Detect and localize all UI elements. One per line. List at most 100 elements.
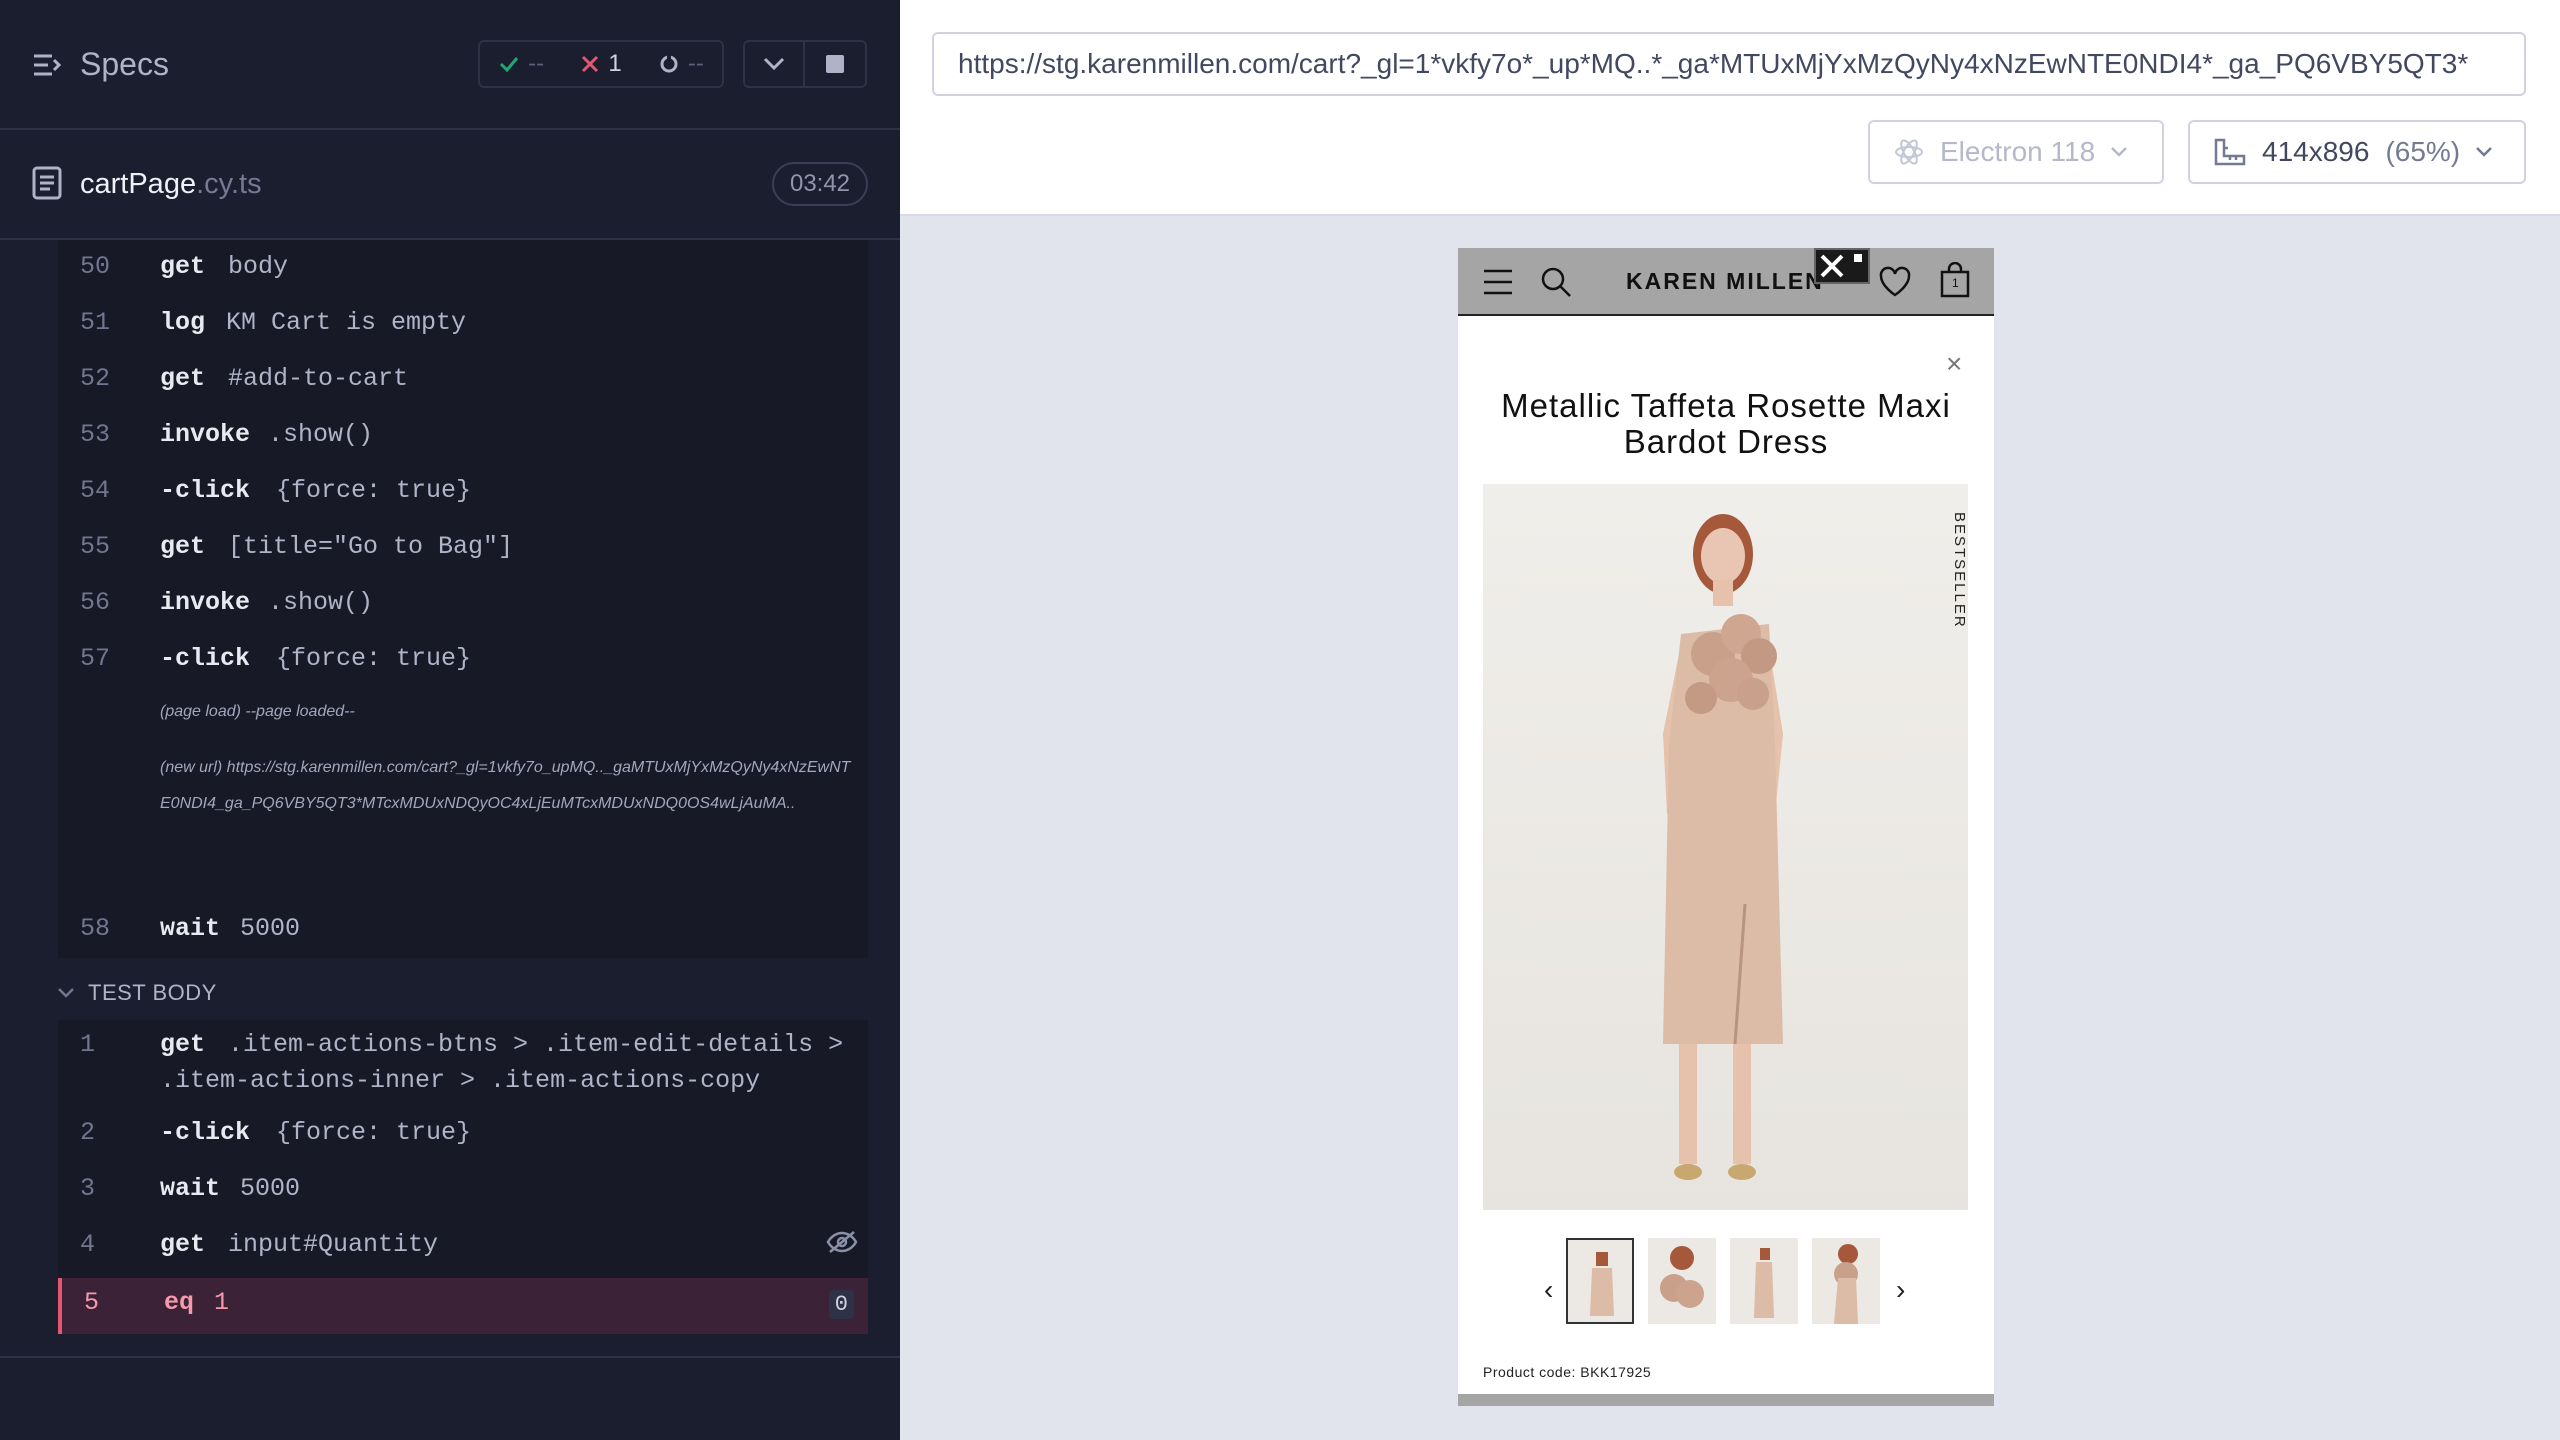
document-icon [32, 166, 62, 200]
failed-command-row[interactable]: 5 eq 1 0 [58, 1278, 868, 1334]
bag-count: 1 [1952, 276, 1959, 290]
command-number: 57 [80, 644, 111, 673]
command-name: get [160, 1230, 206, 1259]
command-number: 55 [80, 532, 111, 561]
reporter-divider [0, 1356, 900, 1358]
command-number: 4 [80, 1230, 96, 1259]
thumbnail-prev-button[interactable]: ‹ [1544, 1274, 1553, 1306]
pending-icon [660, 53, 678, 73]
page-load-event[interactable]: (page load) --page loaded-- [160, 694, 860, 730]
expand-button[interactable] [743, 40, 805, 88]
specs-list-icon [34, 54, 62, 75]
command-number: 51 [80, 308, 111, 337]
command-number: 53 [80, 420, 111, 449]
site-header: KAREN MILLEN 1 [1458, 248, 1994, 316]
search-icon[interactable] [1540, 266, 1572, 298]
test-body-label: TEST BODY [88, 980, 217, 1005]
command-message: [title="Go to Bag"] [228, 532, 514, 561]
failed-stat: 1 [580, 50, 622, 78]
x-icon [582, 55, 599, 73]
command-name: -click [160, 476, 251, 505]
command-name: invoke [160, 588, 251, 617]
thumbnail[interactable] [1566, 1238, 1634, 1324]
pending-stat: -- [658, 50, 704, 78]
command-number: 1 [80, 1030, 96, 1059]
model-illustration [1663, 514, 1783, 1180]
command-name: get [160, 364, 206, 393]
thumbnail[interactable] [1730, 1238, 1798, 1324]
chevron-down-icon [763, 57, 785, 71]
command-message: {force: true} [276, 644, 472, 673]
command-number: 52 [80, 364, 111, 393]
stop-icon [826, 55, 844, 73]
product-image[interactable]: BESTSELLER [1483, 484, 1968, 1210]
brand-logo[interactable]: KAREN MILLEN [1626, 268, 1824, 295]
command-message: 1 [214, 1288, 230, 1317]
command-number: 2 [80, 1118, 96, 1147]
command-name: get [160, 1030, 206, 1059]
command-name: -click [160, 644, 251, 673]
thumbnail[interactable] [1648, 1238, 1716, 1324]
element-count-badge: 0 [828, 1290, 854, 1319]
thumbnail-image [1754, 1248, 1774, 1318]
spec-file-basename: cartPage [80, 168, 197, 200]
command-message-continued: .item-actions-inner > .item-actions-copy [160, 1066, 761, 1095]
electron-icon [1895, 139, 1923, 165]
specs-toggle[interactable]: Specs [32, 46, 169, 83]
thumbnail-image [1834, 1244, 1858, 1324]
close-icon[interactable]: × [1946, 350, 1962, 378]
command-row[interactable]: 1 get .item-actions-btns > .item-edit-de… [58, 1030, 868, 1102]
thumbnail-image [1590, 1252, 1614, 1316]
thumbnail[interactable] [1812, 1238, 1880, 1324]
product-code: Product code: BKK17925 [1483, 1364, 1652, 1380]
command-name: invoke [160, 420, 251, 449]
command-message: 5000 [240, 1174, 301, 1203]
chevron-down-icon [2476, 147, 2493, 157]
reporter-panel: Specs -- 1 -- cartPage.cy.ts 03:42 50 ge… [0, 0, 900, 1440]
devtools-badge [1814, 248, 1870, 284]
command-message: 5000 [240, 914, 301, 943]
hamburger-menu-icon[interactable] [1482, 268, 1514, 296]
spec-file-ext: .cy.ts [196, 168, 262, 200]
bestseller-badge: BESTSELLER [1951, 512, 1968, 629]
test-body-header[interactable]: TEST BODY [58, 980, 217, 1006]
failed-count: 1 [608, 50, 622, 77]
app-under-test-frame: KAREN MILLEN 1 × Metallic Taffeta Rosett… [1458, 248, 1994, 1406]
command-row[interactable]: 4 get input#Quantity [58, 1220, 868, 1276]
passed-count: -- [528, 50, 545, 77]
scroll-indicator-bar [1458, 1394, 1994, 1406]
chevron-down-icon [2111, 147, 2128, 157]
hidden-eye-icon [826, 1231, 858, 1253]
new-url-event[interactable]: (new url) https://stg.karenmillen.com/ca… [160, 750, 860, 822]
spec-duration: 03:42 [772, 162, 868, 206]
command-name: get [160, 252, 206, 281]
specs-label: Specs [80, 46, 169, 82]
wishlist-heart-icon[interactable] [1878, 266, 1912, 298]
test-body-commands: 1 get .item-actions-btns > .item-edit-de… [58, 1020, 868, 1334]
command-message: .item-actions-btns > .item-edit-details … [228, 1030, 844, 1059]
command-name: log [160, 308, 206, 337]
command-number: 3 [80, 1174, 96, 1203]
command-name: wait [160, 1174, 221, 1203]
pending-count: -- [687, 50, 704, 77]
reporter-header: Specs -- 1 -- [0, 0, 900, 130]
viewport-scale: (65%) [2385, 136, 2461, 167]
spec-file-row[interactable]: cartPage.cy.ts 03:42 [0, 130, 900, 240]
test-stats: -- 1 -- [478, 40, 724, 88]
chevron-down-icon [58, 988, 74, 998]
thumbnail-next-button[interactable]: › [1896, 1274, 1905, 1306]
stop-button[interactable] [805, 40, 867, 88]
tools-icon [1820, 254, 1862, 278]
spec-file-name: cartPage.cy.ts [80, 168, 262, 201]
command-message: body [228, 252, 289, 281]
command-number: 56 [80, 588, 111, 617]
viewport-selector[interactable]: 414x896 (65%) [2188, 120, 2526, 184]
command-number: 58 [80, 914, 111, 943]
browser-selector[interactable]: Electron 118 [1868, 120, 2164, 184]
thumbnail-image [1660, 1246, 1704, 1308]
aut-header: https://stg.karenmillen.com/cart?_gl=1*v… [900, 0, 2560, 216]
command-message: .show() [268, 420, 374, 449]
product-title: Metallic Taffeta Rosette Maxi Bardot Dre… [1501, 387, 1951, 460]
command-name: -click [160, 1118, 251, 1147]
url-bar[interactable]: https://stg.karenmillen.com/cart?_gl=1*v… [932, 32, 2526, 96]
